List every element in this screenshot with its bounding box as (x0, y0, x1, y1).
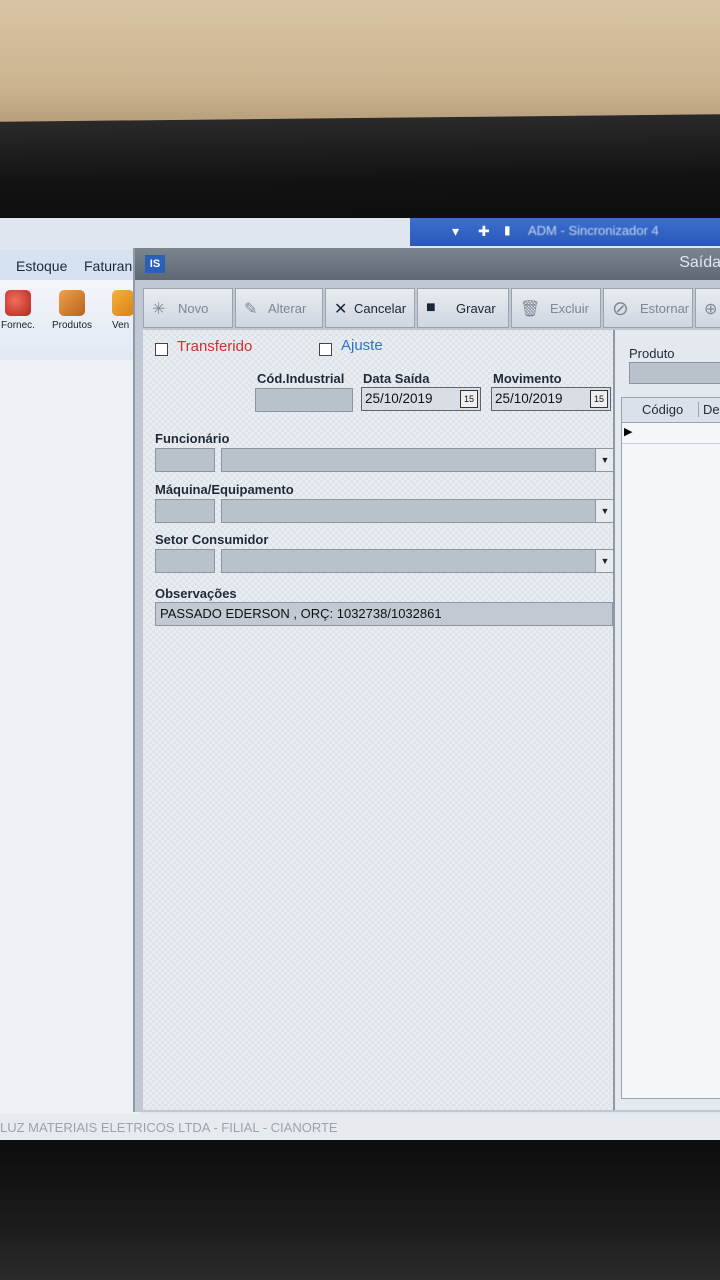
app-logo-icon: IS (145, 255, 165, 273)
grid-col-codigo[interactable]: Código (642, 402, 683, 417)
calendar-icon[interactable]: 15 (590, 390, 608, 408)
background-wall (0, 0, 720, 125)
vendas-button[interactable]: Ven (104, 290, 134, 331)
edit-icon: ✎ (244, 301, 258, 318)
maquina-select[interactable]: ▼ (221, 499, 615, 523)
chevron-down-icon[interactable]: ▼ (595, 449, 614, 471)
produto-label: Produto (629, 346, 675, 361)
trash-icon: 🗑 (520, 301, 541, 318)
funcionario-code-input[interactable] (155, 448, 215, 472)
window-toolbar: ✳ Novo ✎ Alterar ✕ Cancelar ■ Gravar 🗑 E… (143, 288, 720, 328)
table-row[interactable]: ▶ (622, 423, 720, 444)
movimento-input[interactable]: 25/10/2019 15 (491, 387, 611, 411)
monitor-bezel-top (0, 114, 720, 227)
row-pointer-icon: ▶ (624, 426, 633, 438)
reverse-icon: ⊘ (612, 298, 629, 320)
products-box-icon (59, 290, 85, 316)
plus-circle-icon: ⊕ (704, 301, 718, 318)
setor-code-input[interactable] (155, 549, 215, 573)
window-title: Saída (679, 254, 720, 271)
pin-icon[interactable]: ✚ (478, 223, 490, 240)
product-panel: Produto Código De ▶ (613, 330, 720, 1110)
setor-select[interactable]: ▼ (221, 549, 615, 573)
sales-icon (112, 290, 134, 316)
maquina-label: Máquina/Equipamento (155, 482, 294, 497)
fornecedor-label: Fornec. (1, 320, 35, 331)
ajuste-label: Ajuste (341, 337, 383, 354)
save-icon: ■ (426, 299, 436, 316)
menu-estoque[interactable]: Estoque (16, 258, 67, 274)
cod-industrial-label: Cód.Industrial (257, 371, 345, 386)
observacoes-label: Observações (155, 586, 237, 601)
produtos-label: Produtos (51, 320, 93, 331)
monitor-bezel-bottom (0, 1140, 720, 1280)
chevron-down-icon[interactable]: ▼ (595, 550, 614, 572)
chevron-down-icon[interactable]: ▼ (595, 500, 614, 522)
menu-faturamento[interactable]: Faturan (84, 258, 132, 274)
grid-header: Código De (622, 398, 720, 423)
produtos-button[interactable]: Produtos (48, 290, 96, 331)
transferido-label: Transferido (177, 338, 253, 355)
transferido-checkbox[interactable] (155, 343, 168, 356)
grid-col-descricao[interactable]: De (698, 402, 720, 417)
supplier-icon (5, 290, 31, 316)
cod-industrial-input[interactable] (255, 388, 353, 412)
screen: ▾ ✚ ▮ ADM - Sincronizador 4 Estoque Fatu… (0, 218, 720, 1144)
cancel-icon: ✕ (334, 301, 348, 318)
novo-button[interactable]: ✳ Novo (143, 288, 233, 328)
observacoes-input[interactable]: PASSADO EDERSON , ORÇ: 1032738/1032861 (155, 602, 613, 626)
excluir-label: Excluir (550, 301, 590, 316)
cancelar-label: Cancelar (354, 301, 407, 316)
new-icon: ✳ (152, 301, 166, 318)
form-area: Transferido Ajuste Cód.Industrial Data S… (143, 330, 615, 1110)
movimento-label: Movimento (493, 371, 562, 386)
data-saida-label: Data Saída (363, 371, 430, 386)
maquina-code-input[interactable] (155, 499, 215, 523)
funcionario-select[interactable]: ▼ (221, 448, 615, 472)
more-button[interactable]: ⊕ (695, 288, 720, 328)
taskbar: ▾ ✚ ▮ ADM - Sincronizador 4 (410, 218, 720, 246)
saida-window: IS Saída ✳ Novo ✎ Alterar ✕ Cancelar ■ G… (133, 248, 720, 1112)
alterar-button[interactable]: ✎ Alterar (235, 288, 323, 328)
novo-label: Novo (178, 301, 209, 316)
dropdown-arrow-icon[interactable]: ▾ (452, 223, 459, 240)
observacoes-value: PASSADO EDERSON , ORÇ: 1032738/1032861 (160, 606, 442, 621)
cancelar-button[interactable]: ✕ Cancelar (325, 288, 415, 328)
left-panel (0, 360, 140, 1120)
alterar-label: Alterar (268, 301, 307, 316)
data-saida-value: 25/10/2019 (365, 391, 433, 406)
movimento-value: 25/10/2019 (495, 391, 563, 406)
window-titlebar: IS Saída (135, 248, 720, 280)
product-grid[interactable]: Código De ▶ (621, 397, 720, 1099)
gravar-label: Gravar (456, 301, 496, 316)
ajuste-checkbox[interactable] (319, 343, 332, 356)
estornar-button[interactable]: ⊘ Estornar (603, 288, 693, 328)
calendar-icon[interactable]: 15 (460, 390, 478, 408)
data-saida-input[interactable]: 25/10/2019 15 (361, 387, 481, 411)
vendas-label: Ven (112, 320, 130, 331)
fornecedor-button[interactable]: Fornec. (0, 290, 42, 331)
company-status-text: LUZ MATERIAIS ELETRICOS LTDA - FILIAL - … (0, 1120, 338, 1135)
funcionario-label: Funcionário (155, 431, 230, 446)
produto-input[interactable] (629, 362, 720, 384)
main-menubar: Estoque Faturan (0, 250, 140, 280)
estornar-label: Estornar (640, 301, 690, 316)
setor-label: Setor Consumidor (155, 532, 269, 547)
main-toolbar: Fornec. Produtos Ven (0, 280, 140, 361)
taskbar-title: ADM - Sincronizador 4 (528, 223, 659, 238)
excluir-button[interactable]: 🗑 Excluir (511, 288, 601, 328)
gravar-button[interactable]: ■ Gravar (417, 288, 509, 328)
signal-icon: ▮ (504, 223, 511, 237)
